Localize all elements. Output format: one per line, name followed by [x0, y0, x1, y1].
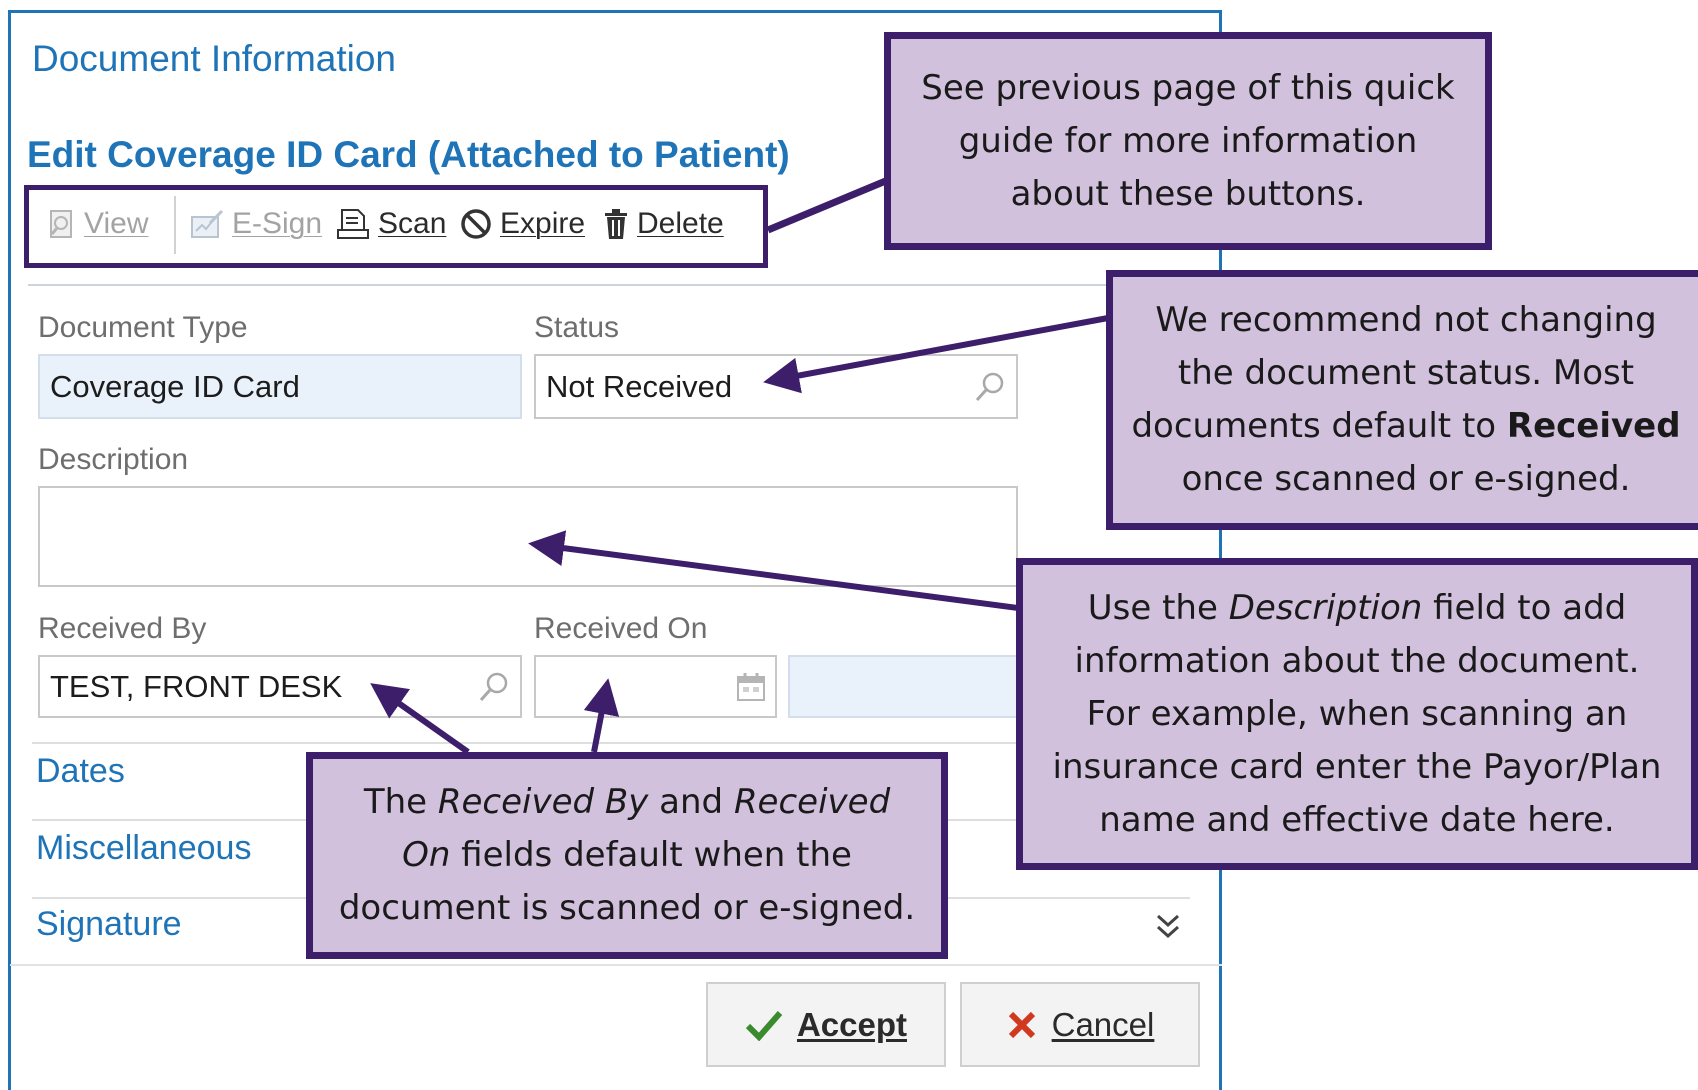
- footer-divider: [10, 964, 1222, 966]
- received-on-time-field: [788, 655, 1018, 718]
- callout-text: fields default when the: [450, 835, 852, 875]
- cancel-label: Cancel: [1051, 1005, 1155, 1043]
- document-type-field: Coverage ID Card: [38, 354, 522, 419]
- callout-italic-text: Received By: [437, 782, 649, 822]
- cancel-button[interactable]: Cancel: [960, 982, 1200, 1067]
- scan-label: Scan: [378, 207, 447, 240]
- x-icon: [1008, 1011, 1035, 1038]
- callout-line: The Received By and Received: [313, 776, 941, 829]
- search-icon[interactable]: [972, 369, 1008, 405]
- callout-line: documents default to Received: [1113, 400, 1698, 453]
- scan-button[interactable]: Scan: [336, 198, 446, 250]
- checkmark-icon: [745, 1010, 783, 1041]
- callout-line: For example, when scanning an: [1086, 693, 1628, 734]
- callout-text: and: [648, 782, 734, 822]
- callout-italic-text: Received: [733, 782, 891, 822]
- description-field[interactable]: [38, 486, 1018, 587]
- status-label: Status: [534, 311, 620, 344]
- esign-button[interactable]: E-Sign: [190, 198, 322, 250]
- received-by-field[interactable]: TEST, FRONT DESK: [38, 655, 522, 718]
- esign-label: E-Sign: [232, 207, 323, 240]
- expire-button[interactable]: Expire: [460, 198, 585, 250]
- callout-received-note: The Received By and Received On fields d…: [306, 752, 948, 959]
- section-dates[interactable]: Dates: [36, 752, 125, 791]
- received-on-date-field[interactable]: [534, 655, 777, 718]
- callout-line: guide for more information: [958, 120, 1418, 161]
- callout-text: Use the: [1087, 587, 1229, 628]
- delete-button[interactable]: Delete: [603, 198, 724, 250]
- callout-line: name and effective date here.: [1099, 799, 1615, 840]
- callout-text: The: [363, 782, 438, 822]
- callout-line: See previous page of this quick: [921, 67, 1455, 108]
- toolbar-separator: [174, 196, 176, 254]
- accept-button[interactable]: Accept: [706, 982, 946, 1067]
- status-field[interactable]: Not Received: [534, 354, 1018, 419]
- page-subtitle: Edit Coverage ID Card (Attached to Patie…: [27, 134, 790, 175]
- scan-icon: [337, 209, 369, 239]
- calendar-icon[interactable]: [735, 671, 767, 703]
- expire-label: Expire: [500, 207, 586, 240]
- status-value: Not Received: [546, 368, 733, 404]
- document-type-value: Coverage ID Card: [50, 368, 300, 404]
- section-miscellaneous[interactable]: Miscellaneous: [36, 829, 251, 868]
- callout-line: document is scanned or e-signed.: [338, 888, 916, 928]
- toolbar-divider: [28, 284, 1222, 286]
- callout-line: information about the document.: [1074, 640, 1640, 681]
- delete-icon: [605, 209, 627, 239]
- callout-line: We recommend not changing: [1155, 300, 1657, 340]
- callout-italic-text: Description: [1228, 587, 1423, 628]
- delete-label: Delete: [637, 207, 724, 240]
- callout-line: the document status. Most: [1177, 353, 1635, 393]
- callout-text: documents default to: [1131, 406, 1507, 446]
- expire-icon: [461, 209, 491, 239]
- section-signature[interactable]: Signature: [36, 905, 182, 944]
- expand-chevrons-icon[interactable]: [1154, 912, 1182, 942]
- description-label: Description: [38, 443, 189, 476]
- view-button[interactable]: View: [48, 198, 148, 250]
- received-by-value: TEST, FRONT DESK: [50, 668, 343, 704]
- callout-line: about these buttons.: [1010, 173, 1366, 214]
- received-by-label: Received By: [38, 612, 207, 645]
- callout-status-note: We recommend not changing the document s…: [1106, 270, 1698, 530]
- accept-label: Accept: [796, 1005, 908, 1043]
- dialog-title: Document Information: [32, 38, 397, 79]
- callout-line: Use the Description field to add: [1023, 582, 1691, 635]
- callout-bold-text: Received: [1506, 406, 1681, 446]
- view-icon: [50, 210, 72, 238]
- callout-italic-text: On: [402, 835, 451, 875]
- callout-description-note: Use the Description field to add informa…: [1016, 558, 1698, 870]
- esign-icon: [191, 209, 224, 238]
- search-icon[interactable]: [476, 669, 512, 705]
- callout-line: insurance card enter the Payor/Plan: [1052, 746, 1662, 787]
- received-on-label: Received On: [534, 612, 708, 645]
- document-type-label: Document Type: [38, 311, 248, 344]
- callout-text: field to add: [1422, 587, 1627, 628]
- callout-line: On fields default when the: [313, 829, 941, 882]
- view-label: View: [84, 207, 149, 240]
- callout-line: once scanned or e-signed.: [1181, 459, 1631, 499]
- callout-toolbar-note: See previous page of this quick guide fo…: [884, 32, 1492, 250]
